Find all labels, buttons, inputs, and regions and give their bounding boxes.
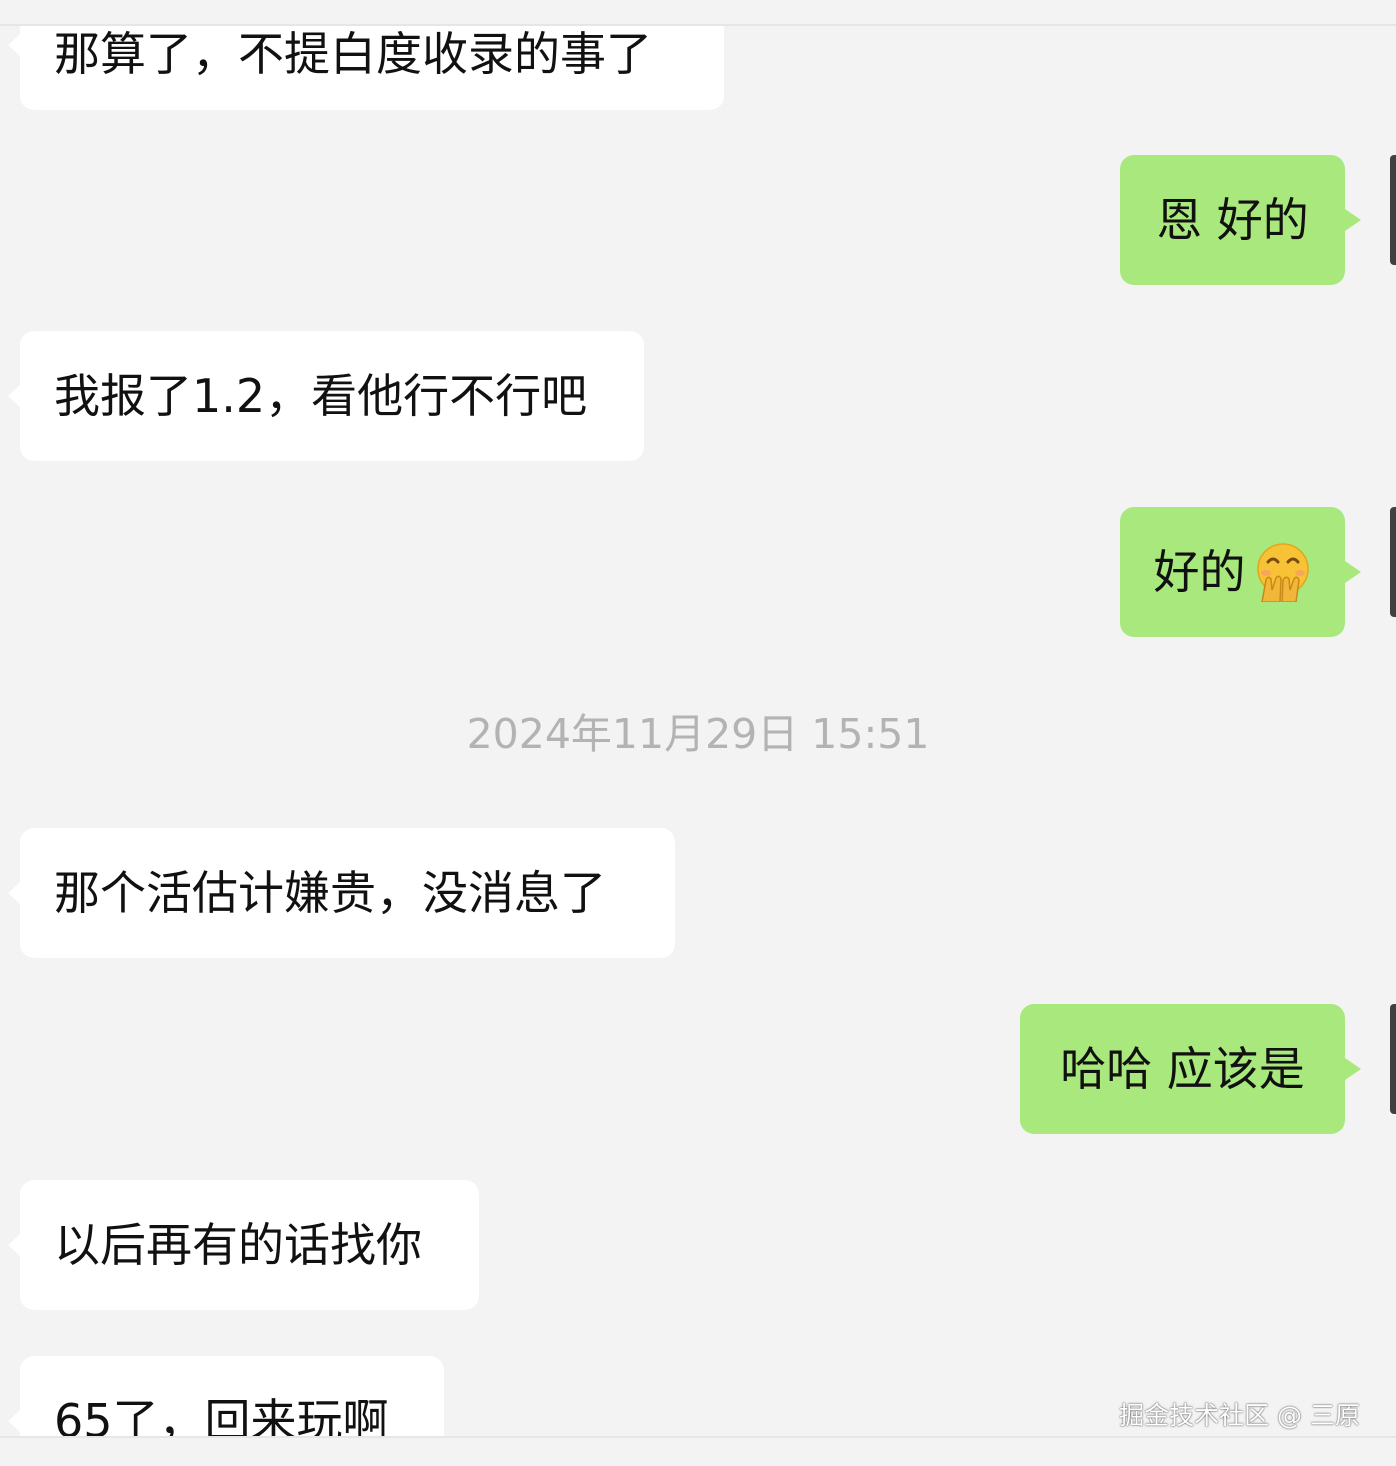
- message-text: 那个活估计嫌贵，没消息了: [54, 866, 606, 920]
- chat-view[interactable]: 那算了，不提白度收录的事了 恩 好的 我报了1.2，看他行不行吧 好的 2024…: [0, 0, 1396, 1466]
- shy-hands-emoji-icon: [1252, 542, 1312, 603]
- message-text: 以后再有的话找你: [54, 1218, 422, 1272]
- message-timestamp: 2024年11月29日 15:51: [466, 710, 930, 758]
- message-text: 我报了1.2，看他行不行吧: [54, 369, 588, 423]
- top-divider: [0, 0, 1396, 26]
- incoming-message[interactable]: 那个活估计嫌贵，没消息了: [8, 828, 675, 958]
- avatar[interactable]: [1390, 507, 1396, 617]
- message-text: 恩 好的: [1156, 193, 1309, 247]
- avatar[interactable]: [1390, 1004, 1396, 1114]
- watermark: 掘金技术社区 @ 三原: [1119, 1401, 1360, 1430]
- bottom-divider: [0, 1436, 1396, 1466]
- message-text: 哈哈 应该是: [1060, 1042, 1305, 1096]
- incoming-message[interactable]: 我报了1.2，看他行不行吧: [8, 331, 644, 461]
- outgoing-message[interactable]: 恩 好的: [1120, 155, 1361, 285]
- outgoing-message[interactable]: 哈哈 应该是: [1020, 1004, 1361, 1134]
- message-text: 那算了，不提白度收录的事了: [54, 27, 652, 81]
- outgoing-message[interactable]: 好的: [1120, 507, 1361, 637]
- incoming-message[interactable]: 以后再有的话找你: [8, 1180, 479, 1310]
- message-text: 好的: [1153, 545, 1246, 599]
- avatar[interactable]: [1390, 155, 1396, 265]
